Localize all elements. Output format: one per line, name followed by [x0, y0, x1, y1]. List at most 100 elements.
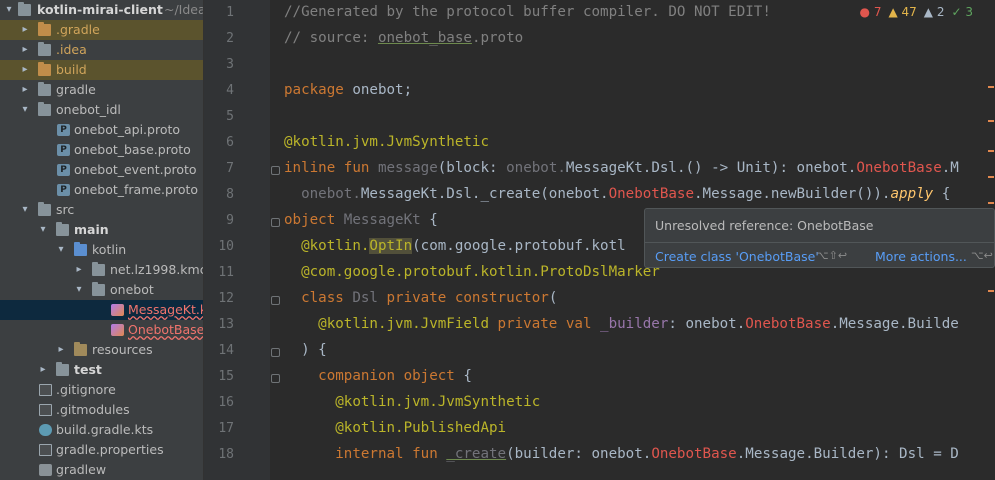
create-class-action[interactable]: Create class 'OnebotBase': [655, 249, 819, 264]
tree-item-label: kotlin: [92, 242, 127, 257]
fold-marker-icon[interactable]: [271, 296, 280, 305]
unresolved-reference[interactable]: OnebotBase: [651, 446, 736, 462]
code-text: onebot.: [284, 186, 361, 202]
tree-item-main[interactable]: ▾ main: [0, 220, 203, 240]
chevron-right-icon[interactable]: ▸: [20, 60, 30, 80]
chevron-down-icon[interactable]: ▾: [20, 100, 30, 120]
line-number: 13: [218, 317, 234, 332]
tree-item-onebot-base-proto[interactable]: P onebot_base.proto: [0, 140, 203, 160]
tree-item-gradle[interactable]: ▸ gradle: [0, 80, 203, 100]
tree-item-onebot-idl[interactable]: ▾ onebot_idl: [0, 100, 203, 120]
code-text: .Message.Builder): Dsl = D: [736, 446, 959, 462]
annotation: @kotlin.: [284, 238, 370, 254]
tree-item-resources[interactable]: ▸ resources: [0, 340, 203, 360]
chevron-right-icon[interactable]: ▸: [20, 20, 30, 40]
tree-item-onebot-api-proto[interactable]: P onebot_api.proto: [0, 120, 203, 140]
tree-item-net-lz1998-kmc[interactable]: ▸ net.lz1998.kmc: [0, 260, 203, 280]
more-actions-link[interactable]: More actions...: [875, 249, 967, 264]
fold-marker-icon[interactable]: [271, 374, 280, 383]
tree-item-label: OnebotBase.kt: [128, 322, 204, 337]
chevron-right-icon[interactable]: ▸: [74, 260, 84, 280]
code-text: .M: [941, 160, 959, 176]
chevron-down-icon[interactable]: ▾: [4, 0, 14, 20]
code-line-9: object MessageKt {: [284, 212, 438, 228]
error-stripe-mark[interactable]: [988, 86, 994, 88]
chevron-right-icon[interactable]: ▸: [56, 340, 66, 360]
folder-icon: [38, 22, 51, 36]
code-text: onebot;: [343, 82, 413, 98]
code-line-13: @kotlin.jvm.JvmField private val _builde…: [284, 316, 959, 332]
tree-item-gradlew[interactable]: gradlew: [0, 460, 203, 480]
line-number: 3: [226, 57, 234, 72]
tree-item-test[interactable]: ▸ test: [0, 360, 203, 380]
chevron-down-icon[interactable]: ▾: [56, 240, 66, 260]
tree-item-idea[interactable]: ▸ .idea: [0, 40, 203, 60]
chevron-down-icon[interactable]: ▾: [74, 280, 84, 300]
unresolved-reference[interactable]: OnebotBase: [856, 160, 941, 176]
code-text: onebot.: [506, 160, 566, 176]
weak-warning-count[interactable]: ▲ 2: [924, 5, 945, 19]
typo-count-value: 3: [965, 5, 973, 19]
tree-item-label: gradle.properties: [56, 442, 164, 457]
tree-item-label: onebot_api.proto: [74, 122, 181, 137]
tree-item-gradle-hidden[interactable]: ▸ .gradle: [0, 20, 203, 40]
code-line-11: @com.google.protobuf.kotlin.ProtoDslMark…: [284, 264, 660, 280]
error-stripe-mark[interactable]: [988, 150, 994, 152]
line-number: 10: [218, 239, 234, 254]
inspection-widget[interactable]: ● 7 ▲ 47 ▲ 2 ✓ 3: [860, 5, 973, 19]
annotation: @kotlin.jvm.JvmSynthetic: [284, 134, 489, 150]
fold-marker-icon[interactable]: [271, 166, 280, 175]
keyword: object: [284, 212, 344, 228]
chevron-down-icon[interactable]: ▾: [20, 200, 30, 220]
tree-item-build[interactable]: ▸ build: [0, 60, 203, 80]
line-number: 7: [226, 161, 234, 176]
chevron-right-icon[interactable]: ▸: [38, 360, 48, 380]
chevron-right-icon[interactable]: ▸: [20, 40, 30, 60]
tree-item-onebot[interactable]: ▾ onebot: [0, 280, 203, 300]
tree-item-messagekt[interactable]: MessageKt.kt: [0, 300, 204, 320]
divider: [645, 242, 994, 243]
tree-item-gradle-properties[interactable]: gradle.properties: [0, 440, 203, 460]
fold-marker-icon[interactable]: [271, 348, 280, 357]
tree-item-root[interactable]: ▾ kotlin-mirai-client ~/IdeaPro: [0, 0, 203, 20]
error-stripe-mark[interactable]: [988, 290, 994, 292]
error-stripe-mark[interactable]: [988, 120, 994, 122]
tree-item-gitignore[interactable]: .gitignore: [0, 380, 203, 400]
comment: //Generated by the protocol buffer compi…: [284, 4, 771, 20]
unresolved-reference[interactable]: OnebotBase: [745, 316, 830, 332]
gradle-icon: [39, 424, 52, 436]
line-number: 11: [218, 265, 234, 280]
tree-item-onebot-event-proto[interactable]: P onebot_event.proto: [0, 160, 203, 180]
tree-item-onebot-frame-proto[interactable]: P onebot_frame.proto: [0, 180, 203, 200]
line-number: 2: [226, 31, 234, 46]
typo-count[interactable]: ✓ 3: [951, 5, 973, 19]
fold-marker-icon[interactable]: [271, 218, 280, 227]
code-line-8: onebot.MessageKt.Dsl._create(onebot.Oneb…: [284, 186, 950, 202]
file-icon: [39, 404, 52, 416]
line-number: 17: [218, 421, 234, 436]
tree-item-label: onebot_idl: [56, 102, 121, 117]
code-text: {: [420, 212, 438, 228]
error-stripe-mark[interactable]: [988, 202, 994, 204]
tree-item-kotlin[interactable]: ▾ kotlin: [0, 240, 203, 260]
error-tooltip: Unresolved reference: OnebotBase Create …: [644, 208, 995, 268]
tree-item-gitmodules[interactable]: .gitmodules: [0, 400, 203, 420]
code-line-4: package onebot;: [284, 82, 412, 98]
code-line-17: @kotlin.PublishedApi: [284, 420, 506, 436]
chevron-down-icon[interactable]: ▾: [38, 220, 48, 240]
resources-folder-icon: [74, 342, 87, 356]
error-stripe-mark[interactable]: [988, 176, 994, 178]
project-folder-icon: [18, 2, 31, 16]
tree-item-build-gradle-kts[interactable]: build.gradle.kts: [0, 420, 203, 440]
unresolved-reference[interactable]: OnebotBase: [609, 186, 694, 202]
tree-item-label: MessageKt.kt: [128, 302, 204, 317]
tree-item-src[interactable]: ▾ src: [0, 200, 203, 220]
warning-count[interactable]: ▲ 47: [888, 5, 916, 19]
folder-icon: [56, 362, 69, 376]
file-icon: [39, 384, 52, 396]
tree-item-onebotbase[interactable]: OnebotBase.kt: [0, 320, 204, 340]
error-count[interactable]: ● 7: [860, 5, 882, 19]
chevron-right-icon[interactable]: ▸: [20, 80, 30, 100]
line-number: 4: [226, 83, 234, 98]
annotation: @kotlin.PublishedApi: [284, 420, 507, 436]
